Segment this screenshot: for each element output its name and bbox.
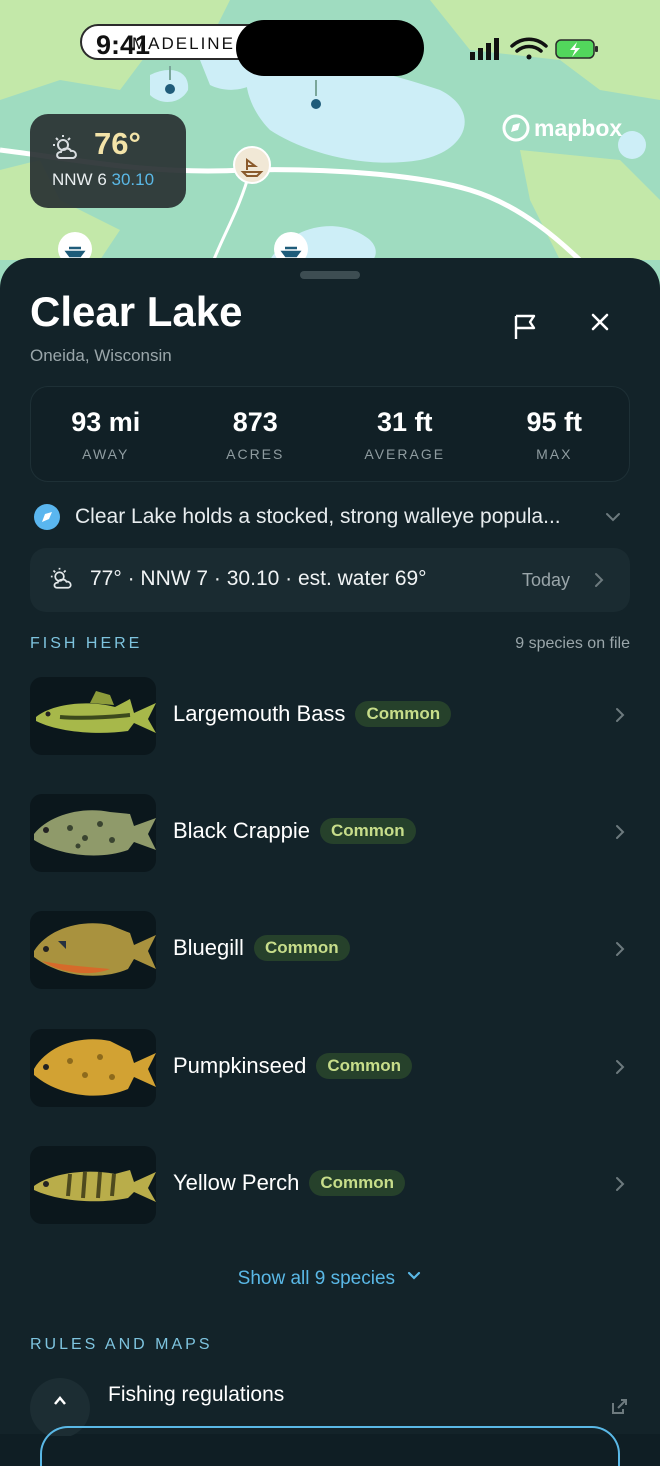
fish-name: Pumpkinseed [173,1053,307,1078]
fish-name: Yellow Perch [173,1170,300,1195]
chevron-right-icon [616,1177,625,1191]
compass-icon [34,504,60,530]
show-all-species-button[interactable]: Show all 9 species [0,1268,660,1290]
partly-cloudy-icon [53,135,77,159]
stat-value: 31 ft [376,407,433,437]
chevron-right-icon [616,1060,625,1074]
stat-distance: 93 mi AWAY [31,387,181,481]
lake-summary-text: Clear Lake holds a stocked, strong walle… [75,505,561,528]
species-count: 9 species on file [515,635,630,652]
close-icon [591,313,609,331]
map-view[interactable]: MADELINE LAKE 9:41 [0,0,660,290]
stat-label: AWAY [82,446,130,462]
map-marker-boat-ramp[interactable] [233,146,271,184]
rules-section-heading: RULES AND MAPS [30,1336,213,1353]
fish-section-heading: FISH HERE [30,635,143,652]
map-weather-wind: NNW 6 [52,170,107,189]
lake-weather-text: 77° · NNW 7 · 30.10 · est. water 69° [90,567,427,590]
fish-row[interactable]: Pumpkinseed Common [30,1029,630,1107]
stat-max-depth: 95 ft MAX [480,387,630,481]
stat-value: 93 mi [71,407,141,437]
lake-title: Clear Lake [30,288,243,335]
lake-summary-row[interactable]: Clear Lake holds a stocked, strong walle… [34,502,630,532]
stat-average-depth: 31 ft AVERAGE [330,387,480,481]
cellular-signal-icon [470,38,499,60]
fish-name-cell: Pumpkinseed Common [173,1053,412,1079]
fish-name: Bluegill [173,935,244,960]
fish-row[interactable]: Yellow Perch Common [30,1146,630,1224]
map-weather-temp: 76° [94,126,141,161]
fish-thumbnail-black-crappie [30,794,156,872]
fish-name-cell: Bluegill Common [173,935,350,961]
map-weather-chip[interactable]: 76° NNW 6 30.10 [30,114,186,208]
close-button[interactable] [584,306,616,338]
chevron-right-icon [616,708,625,722]
dynamic-island [236,20,424,76]
chevron-down-icon [606,513,620,522]
mapbox-text: mapbox [534,114,623,141]
fish-name: Black Crappie [173,818,310,843]
bottom-action-button[interactable] [40,1426,620,1466]
lake-weather-row[interactable]: 77° · NNW 7 · 30.10 · est. water 69° Tod… [30,548,630,612]
stat-label: AVERAGE [364,446,446,462]
stat-value: 873 [232,407,278,437]
regulations-label: Fishing regulations [108,1383,285,1406]
stat-label: MAX [536,446,573,462]
show-all-label: Show all 9 species [237,1268,396,1289]
lake-weather-when: Today [522,570,571,590]
lake-detail-sheet: Clear Lake Oneida, Wisconsin 93 mi AWAY … [0,258,660,1466]
lake-stats: 93 mi AWAY 873 ACRES 31 ft AVERAGE 95 ft… [30,386,630,482]
abundance-badge: Common [253,935,350,961]
partly-cloudy-icon [50,567,72,589]
flag-button[interactable] [509,310,541,342]
abundance-badge: Common [309,1170,406,1196]
chevron-right-icon [616,942,625,956]
fish-name-cell: Yellow Perch Common [173,1170,406,1196]
mapbox-logo-icon [502,114,530,142]
fish-thumbnail-bluegill [30,911,156,989]
abundance-badge: Common [316,1053,412,1079]
chevron-right-icon [616,825,625,839]
chevron-down-icon [408,1271,421,1280]
abundance-badge: Common [355,701,452,727]
fish-name-cell: Largemouth Bass Common [173,701,452,727]
fish-row[interactable]: Black Crappie Common [30,794,630,872]
boat-launch-icon [240,158,264,177]
mapbox-attribution[interactable]: mapbox [502,114,622,142]
fish-name: Largemouth Bass [173,701,346,726]
map-weather-sub: NNW 6 30.10 [52,170,154,190]
external-link-icon [612,1399,627,1414]
battery-icon [555,39,598,59]
stat-value: 95 ft [526,407,583,437]
chevron-right-icon [595,573,604,587]
fish-name-cell: Black Crappie Common [173,818,416,844]
status-time: 9:41 [96,30,151,60]
flag-icon [514,314,536,339]
sheet-drag-handle[interactable] [300,271,360,279]
stat-acres: 873 ACRES [181,387,331,481]
abundance-badge: Common [319,818,416,844]
status-icons [470,36,600,67]
fish-thumbnail-yellow-perch [30,1146,156,1224]
lake-location: Oneida, Wisconsin [30,346,172,365]
fish-row[interactable]: Bluegill Common [30,911,630,989]
fish-thumbnail-pumpkinseed [30,1029,156,1107]
stat-label: ACRES [226,446,285,462]
fish-row[interactable]: Largemouth Bass Common [30,677,630,755]
map-weather-pressure: 30.10 [111,170,155,189]
fish-thumbnail-largemouth-bass [30,677,156,755]
wifi-icon [510,37,548,60]
